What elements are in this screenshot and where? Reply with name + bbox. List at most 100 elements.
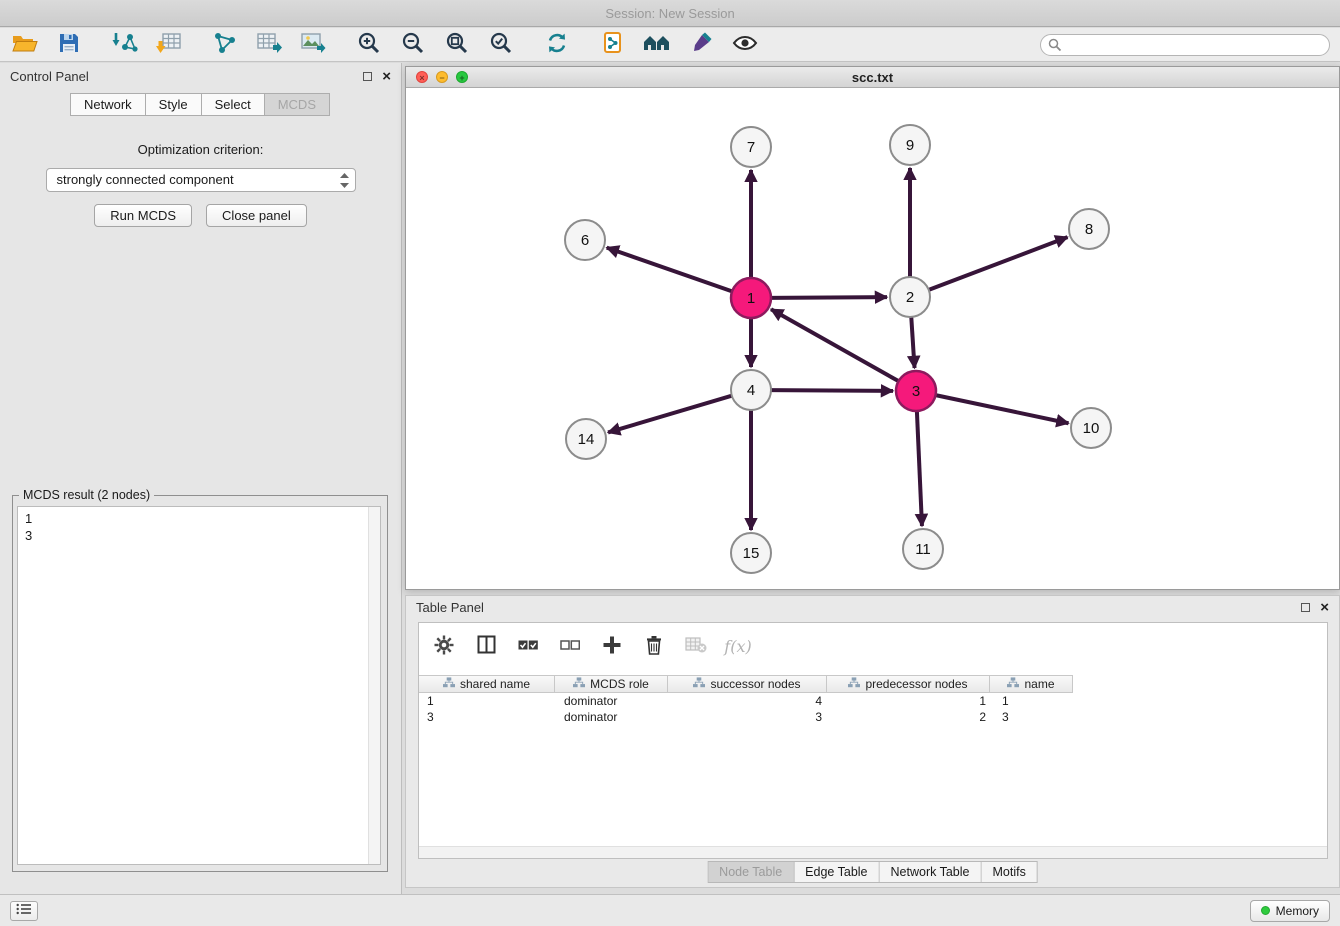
- unselect-all-button[interactable]: [559, 635, 581, 657]
- edge-4-3[interactable]: [771, 390, 893, 391]
- table-settings-button[interactable]: [433, 635, 455, 657]
- search-field: [1040, 34, 1330, 56]
- edge-1-2[interactable]: [771, 297, 887, 298]
- mcds-result-list[interactable]: 13: [17, 506, 381, 865]
- network-share-button[interactable]: [208, 31, 242, 59]
- float-table-panel-icon[interactable]: [1301, 603, 1310, 612]
- save-session-button[interactable]: [52, 31, 86, 59]
- run-mcds-button[interactable]: Run MCDS: [94, 204, 192, 227]
- table-row[interactable]: 3dominator323: [419, 709, 1078, 725]
- edge-2-3[interactable]: [911, 317, 914, 368]
- table-cell[interactable]: dominator: [556, 693, 670, 709]
- edge-3-11[interactable]: [917, 411, 922, 526]
- network-share-icon: [213, 31, 237, 58]
- graph-node-label-4: 4: [747, 382, 755, 399]
- table-body: f(x) shared nameMCDS rolesuccessor nodes…: [418, 622, 1328, 859]
- close-table-panel-icon[interactable]: ×: [1320, 603, 1329, 612]
- network-window-titlebar[interactable]: × − + scc.txt: [406, 67, 1339, 88]
- refresh-button[interactable]: [540, 31, 574, 59]
- tab-style[interactable]: Style: [145, 93, 202, 116]
- delete-table-button[interactable]: [685, 635, 707, 657]
- tab-node-table[interactable]: Node Table: [708, 862, 794, 882]
- tab-select[interactable]: Select: [201, 93, 265, 116]
- zoom-in-icon: [357, 31, 381, 58]
- result-line[interactable]: 3: [18, 527, 380, 544]
- sort-tree-icon: [443, 677, 455, 691]
- zoom-fit-button[interactable]: [440, 31, 474, 59]
- sort-tree-icon: [848, 677, 860, 691]
- result-scrollbar[interactable]: [368, 507, 380, 864]
- function-builder-button[interactable]: f(x): [727, 635, 749, 657]
- search-input[interactable]: [1040, 34, 1330, 56]
- table-cell[interactable]: dominator: [556, 709, 670, 725]
- control-panel: Control Panel × NetworkStyleSelectMCDS O…: [0, 63, 402, 894]
- result-line[interactable]: 1: [18, 510, 380, 527]
- delete-column-button[interactable]: [643, 635, 665, 657]
- houses-icon: [643, 31, 671, 58]
- tab-network[interactable]: Network: [70, 93, 146, 116]
- table-cell[interactable]: 3: [994, 709, 1078, 725]
- edge-3-1[interactable]: [771, 309, 899, 381]
- zoom-in-button[interactable]: [352, 31, 386, 59]
- column-header-mcds-role[interactable]: MCDS role: [554, 675, 668, 693]
- import-network-icon: [112, 31, 138, 58]
- column-header-predecessor-nodes[interactable]: predecessor nodes: [826, 675, 990, 693]
- show-hide-button[interactable]: [728, 31, 762, 59]
- float-panel-icon[interactable]: [363, 72, 372, 81]
- edge-4-14[interactable]: [608, 396, 732, 433]
- table-row[interactable]: 1dominator411: [419, 693, 1078, 709]
- add-column-button[interactable]: [601, 635, 623, 657]
- import-network-button[interactable]: [108, 31, 142, 59]
- network-canvas[interactable]: 7968124310141511: [406, 88, 1339, 589]
- table-cell[interactable]: 3: [419, 709, 556, 725]
- column-header-shared-name[interactable]: shared name: [418, 675, 555, 693]
- close-window-icon[interactable]: ×: [416, 71, 428, 83]
- table-cell[interactable]: 1: [994, 693, 1078, 709]
- edge-2-8[interactable]: [929, 237, 1068, 290]
- zoom-out-button[interactable]: [396, 31, 430, 59]
- graph-node-label-2: 2: [906, 289, 914, 306]
- memory-button[interactable]: Memory: [1250, 900, 1330, 922]
- network-graph: 7968124310141511: [406, 88, 1339, 589]
- network-table-export-button[interactable]: [252, 31, 286, 59]
- minimize-window-icon[interactable]: −: [436, 71, 448, 83]
- close-panel-icon[interactable]: ×: [382, 72, 391, 81]
- column-header-successor-nodes[interactable]: successor nodes: [667, 675, 827, 693]
- export-image-button[interactable]: [296, 31, 330, 59]
- trash-icon: [645, 635, 663, 658]
- clone-network-button[interactable]: [596, 31, 630, 59]
- select-all-button[interactable]: [517, 635, 539, 657]
- optimization-select-value: strongly connected component: [57, 172, 234, 187]
- paint-style-button[interactable]: [684, 31, 718, 59]
- open-session-button[interactable]: [8, 31, 42, 59]
- first-neighbors-button[interactable]: [640, 31, 674, 59]
- table-cell[interactable]: 1: [830, 693, 994, 709]
- zoom-selected-button[interactable]: [484, 31, 518, 59]
- show-columns-button[interactable]: [475, 635, 497, 657]
- zoom-fit-icon: [445, 31, 469, 58]
- sort-tree-icon: [573, 677, 585, 691]
- edge-1-6[interactable]: [607, 248, 732, 292]
- zoom-window-icon[interactable]: +: [456, 71, 468, 83]
- tab-network-table[interactable]: Network Table: [880, 862, 982, 882]
- table-cell[interactable]: 4: [670, 693, 830, 709]
- window-titlebar: Session: New Session: [0, 0, 1340, 27]
- import-table-button[interactable]: [152, 31, 186, 59]
- edge-3-10[interactable]: [936, 395, 1069, 423]
- table-horizontal-scrollbar[interactable]: [419, 846, 1327, 858]
- optimization-select[interactable]: strongly connected component: [46, 168, 356, 192]
- table-cell[interactable]: 2: [830, 709, 994, 725]
- graph-node-label-15: 15: [743, 545, 760, 562]
- delete-table-icon: [685, 636, 707, 657]
- tab-motifs[interactable]: Motifs: [981, 862, 1036, 882]
- tab-edge-table[interactable]: Edge Table: [794, 862, 879, 882]
- eye-icon: [732, 32, 758, 57]
- table-cell[interactable]: 3: [670, 709, 830, 725]
- column-header-name[interactable]: name: [989, 675, 1073, 693]
- task-history-button[interactable]: [10, 901, 38, 921]
- table-cell[interactable]: 1: [419, 693, 556, 709]
- sort-tree-icon: [1007, 677, 1019, 691]
- close-panel-button[interactable]: Close panel: [206, 204, 307, 227]
- table-rows: 1dominator4113dominator323: [419, 693, 1078, 725]
- tab-mcds[interactable]: MCDS: [264, 93, 330, 116]
